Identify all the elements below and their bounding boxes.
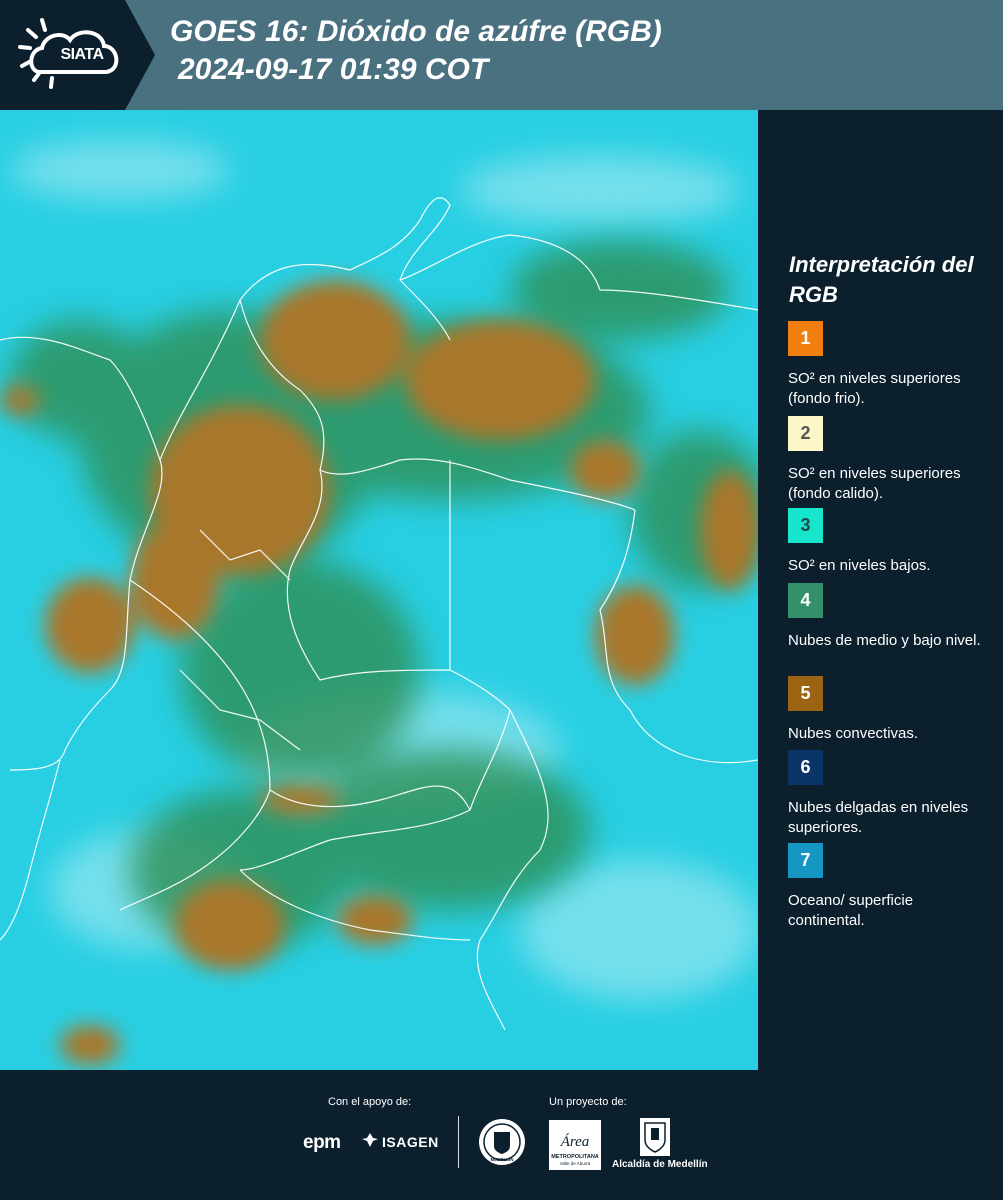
legend-label: Oceano/ superficie continental.: [788, 892, 914, 929]
legend-swatch: 5: [788, 676, 823, 711]
timestamp: 2024-09-17 01:39 COT: [178, 53, 489, 86]
support-label: Con el apoyo de:: [328, 1096, 412, 1108]
svg-text:Área: Área: [560, 1133, 590, 1150]
legend-label: SO² en niveles superiores (fondo frio).: [788, 370, 961, 407]
legend-swatch: 7: [788, 843, 823, 878]
legend-label: Nubes delgadas en niveles superiores.: [788, 799, 969, 836]
area-metropolitana-logo: Área METROPOLITANA Valle de Aburrá: [549, 1120, 601, 1170]
legend-label: SO² en niveles bajos.: [788, 557, 931, 574]
svg-text:Valle de Aburrá: Valle de Aburrá: [560, 1161, 591, 1166]
legend-item-5: 5 Nubes convectivas.: [788, 676, 993, 744]
isagen-text: ISAGEN: [382, 1133, 439, 1150]
legend-swatch: 6: [788, 750, 823, 785]
legend-label: SO² en niveles superiores (fondo calido)…: [788, 465, 961, 502]
legend-label: Nubes de medio y bajo nivel.: [788, 632, 981, 649]
medellin-seal-icon: MEDELLÍN: [478, 1118, 526, 1166]
svg-text:METROPOLITANA: METROPOLITANA: [551, 1154, 599, 1160]
siata-logo: SIATA: [0, 0, 155, 110]
legend-swatch: 2: [788, 416, 823, 451]
svg-text:MEDELLÍN: MEDELLÍN: [491, 1155, 514, 1162]
legend-title: Interpretación del RGB: [789, 252, 974, 307]
alcaldia-shield-icon: [640, 1118, 670, 1156]
epm-logo: epm: [303, 1132, 341, 1153]
legend-item-4: 4 Nubes de medio y bajo nivel.: [788, 583, 993, 651]
legend-swatch: 3: [788, 508, 823, 543]
isagen-logo: ISAGEN: [362, 1132, 439, 1151]
legend-swatch: 1: [788, 321, 823, 356]
legend-item-1: 1 SO² en niveles superiores (fondo frio)…: [788, 321, 993, 409]
legend-panel: Interpretación del RGB 1 SO² en niveles …: [758, 110, 1003, 1070]
legend-item-2: 2 SO² en niveles superiores (fondo calid…: [788, 416, 993, 504]
logo-text: SIATA: [60, 46, 104, 63]
page-title: GOES 16: Dióxido de azúfre (RGB): [170, 15, 662, 48]
legend-swatch: 4: [788, 583, 823, 618]
legend-label: Nubes convectivas.: [788, 725, 919, 742]
divider: [458, 1116, 459, 1168]
legend-item-3: 3 SO² en niveles bajos.: [788, 508, 993, 576]
project-label: Un proyecto de:: [549, 1096, 627, 1108]
isagen-mark-icon: [362, 1132, 378, 1151]
satellite-map[interactable]: [0, 110, 758, 1070]
legend-item-7: 7 Oceano/ superficie continental.: [788, 843, 993, 931]
alcaldia-label: Alcaldía de Medellín: [612, 1159, 708, 1170]
header-bar: SIATA GOES 16: Dióxido de azúfre (RGB) 2…: [0, 0, 1003, 110]
legend-item-6: 6 Nubes delgadas en niveles superiores.: [788, 750, 993, 838]
footer: Con el apoyo de: Un proyecto de: epm ISA…: [0, 1070, 1003, 1200]
